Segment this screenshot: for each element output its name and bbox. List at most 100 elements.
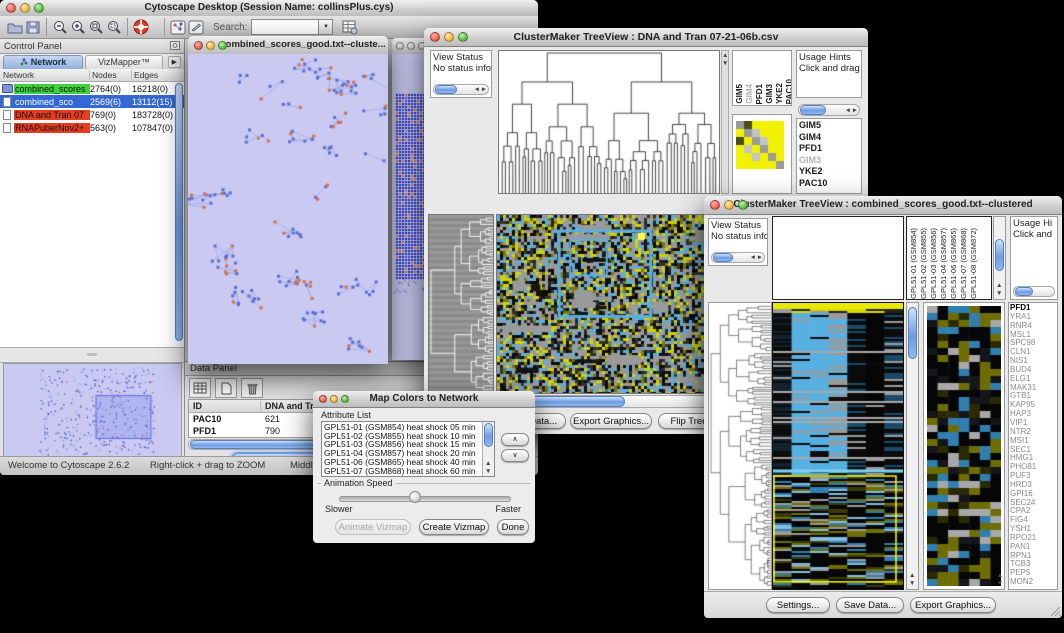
- column-tree-area[interactable]: [772, 216, 904, 300]
- export-graphics-button[interactable]: Export Graphics...: [910, 597, 996, 613]
- column-dendrogram[interactable]: [498, 50, 720, 194]
- column-label[interactable]: GPL51-01 (GSM854): [909, 228, 918, 299]
- animation-slider-track[interactable]: [339, 496, 511, 502]
- save-data-button[interactable]: Save Data...: [836, 597, 904, 613]
- delete-attribute-icon[interactable]: [241, 378, 263, 398]
- gene-label[interactable]: PAC10: [799, 178, 861, 190]
- minimize-button[interactable]: [724, 200, 734, 210]
- zoom-button[interactable]: [34, 3, 44, 13]
- gene-label[interactable]: RNR4: [1010, 322, 1056, 331]
- treeview-dna-titlebar[interactable]: ClusterMaker TreeView : DNA and Tran 07-…: [424, 28, 868, 47]
- treeview-combined-titlebar[interactable]: ClusterMaker TreeView : combined_scores_…: [704, 196, 1062, 215]
- row-dendrogram[interactable]: [428, 214, 494, 394]
- scroll-down-icon[interactable]: ▼: [997, 581, 1003, 587]
- heatmap-vscrollbar[interactable]: ▲▼: [906, 302, 919, 590]
- gene-label[interactable]: ELG1: [1010, 375, 1056, 384]
- column-label[interactable]: GIM4: [745, 84, 754, 104]
- column-label[interactable]: GPL51-08 (GSM872): [969, 228, 978, 299]
- zoom-selected-icon[interactable]: [105, 18, 123, 36]
- gene-label[interactable]: YRA1: [1010, 313, 1056, 322]
- close-button[interactable]: [6, 3, 16, 13]
- gene-label[interactable]: NTR2: [1010, 428, 1056, 437]
- gene-label[interactable]: SEC24: [1010, 499, 1056, 508]
- usage-hints-scrollbar[interactable]: [1013, 286, 1055, 297]
- open-session-icon[interactable]: [6, 18, 24, 36]
- help-lifering-icon[interactable]: [132, 18, 150, 36]
- gene-label[interactable]: PUF3: [1010, 472, 1056, 481]
- gene-label[interactable]: CPA2: [1010, 507, 1056, 516]
- column-label[interactable]: GIM5: [735, 84, 744, 104]
- search-input[interactable]: [251, 19, 319, 35]
- gene-label[interactable]: HRD3: [1010, 481, 1056, 490]
- gene-label[interactable]: GPI16: [1010, 490, 1056, 499]
- network-view-titlebar[interactable]: combined_scores_good.txt--cluste...: [188, 36, 388, 55]
- column-label[interactable]: YKE2: [775, 83, 784, 104]
- zoom-button[interactable]: [218, 41, 227, 50]
- gene-label[interactable]: SPC98: [1010, 339, 1056, 348]
- gene-label[interactable]: HMG1: [1010, 454, 1056, 463]
- column-label[interactable]: GPL51-06 (GSM865): [949, 228, 958, 299]
- gene-label[interactable]: TCB3: [1010, 560, 1056, 569]
- close-button[interactable]: [194, 41, 203, 50]
- resize-grip-icon[interactable]: [1049, 605, 1061, 617]
- close-button[interactable]: [319, 395, 327, 403]
- tab-vizmapper[interactable]: VizMapper™: [85, 55, 163, 70]
- gene-label[interactable]: PEP5: [1010, 569, 1056, 578]
- gene-label[interactable]: BUD4: [1010, 366, 1056, 375]
- minimize-button[interactable]: [206, 41, 215, 50]
- gene-label[interactable]: SEC1: [1010, 446, 1056, 455]
- animation-slider-thumb[interactable]: [409, 491, 421, 503]
- minimize-button[interactable]: [407, 42, 415, 50]
- create-vizmap-button[interactable]: Create Vizmap: [419, 519, 489, 535]
- column-label[interactable]: GPL51-07 (GSM868): [959, 228, 968, 299]
- attribute-list-vscrollbar[interactable]: ▲▼: [482, 422, 494, 476]
- gene-label[interactable]: GTB1: [1010, 392, 1056, 401]
- done-button[interactable]: Done: [497, 519, 529, 535]
- gene-label[interactable]: NIS1: [1010, 357, 1056, 366]
- gene-label[interactable]: PFD1: [799, 143, 861, 155]
- zoom-heatmap[interactable]: [927, 306, 1001, 586]
- zoom-in-icon[interactable]: [69, 18, 87, 36]
- main-titlebar[interactable]: Cytoscape Desktop (Session Name: collins…: [0, 0, 538, 17]
- gene-label[interactable]: PFD1: [1010, 304, 1056, 313]
- gene-label[interactable]: PHO81: [1010, 463, 1056, 472]
- select-attributes-icon[interactable]: [189, 378, 211, 398]
- gene-label[interactable]: FIG4: [1010, 516, 1056, 525]
- gene-label[interactable]: GIM5: [799, 120, 861, 132]
- network-overview-thumbnail[interactable]: [3, 363, 182, 458]
- tabs-more-button[interactable]: ▶: [168, 56, 181, 68]
- zoom-button[interactable]: [341, 395, 349, 403]
- network-editor-icon[interactable]: [169, 18, 187, 36]
- minimize-button[interactable]: [444, 32, 454, 42]
- zoom-fit-icon[interactable]: [87, 18, 105, 36]
- network-list-row[interactable]: DNA and Tran 07 769(0) 183728(0): [0, 108, 184, 121]
- summary-heatmap[interactable]: [736, 121, 784, 169]
- settings-button[interactable]: Settings...: [766, 597, 830, 613]
- dendrogram-scroll-strip[interactable]: ▲▼: [721, 50, 729, 194]
- column-labels-vscrollbar[interactable]: ▲▼: [993, 216, 1006, 300]
- attribute-list-item[interactable]: GPL51-07 (GSM868) heat shock 60 min: [324, 467, 494, 476]
- animate-vizmap-button[interactable]: Animate Vizmap: [335, 519, 411, 535]
- usage-hints-scrollbar[interactable]: ◄►: [798, 104, 860, 116]
- column-label[interactable]: GPL51-03 (GSM856): [929, 228, 938, 299]
- minimize-button[interactable]: [20, 3, 30, 13]
- column-label[interactable]: GPL51-04 (GSM857): [939, 228, 948, 299]
- row-dendrogram[interactable]: [708, 302, 772, 590]
- zoom-out-icon[interactable]: [51, 18, 69, 36]
- column-label[interactable]: GPL51-02 (GSM855): [919, 228, 928, 299]
- gene-label[interactable]: RPN1: [1010, 552, 1056, 561]
- gene-label[interactable]: HAP3: [1010, 410, 1056, 419]
- column-label[interactable]: PAC10: [785, 79, 792, 104]
- gene-label[interactable]: RPO21: [1010, 534, 1056, 543]
- id-column-header[interactable]: ID: [189, 401, 261, 411]
- zoom-button[interactable]: [738, 200, 748, 210]
- create-attribute-icon[interactable]: [215, 378, 237, 398]
- move-up-button[interactable]: ∧: [501, 433, 529, 446]
- export-graphics-button[interactable]: Export Graphics...: [570, 413, 652, 429]
- gene-label[interactable]: GIM3: [799, 155, 861, 167]
- column-label[interactable]: GIM3: [765, 84, 774, 104]
- column-label[interactable]: PFD1: [755, 84, 764, 104]
- gene-label[interactable]: PAN1: [1010, 543, 1056, 552]
- move-down-button[interactable]: ∨: [501, 449, 529, 462]
- network-list-row[interactable]: combined_scores 2764(0) 16218(0): [0, 82, 184, 95]
